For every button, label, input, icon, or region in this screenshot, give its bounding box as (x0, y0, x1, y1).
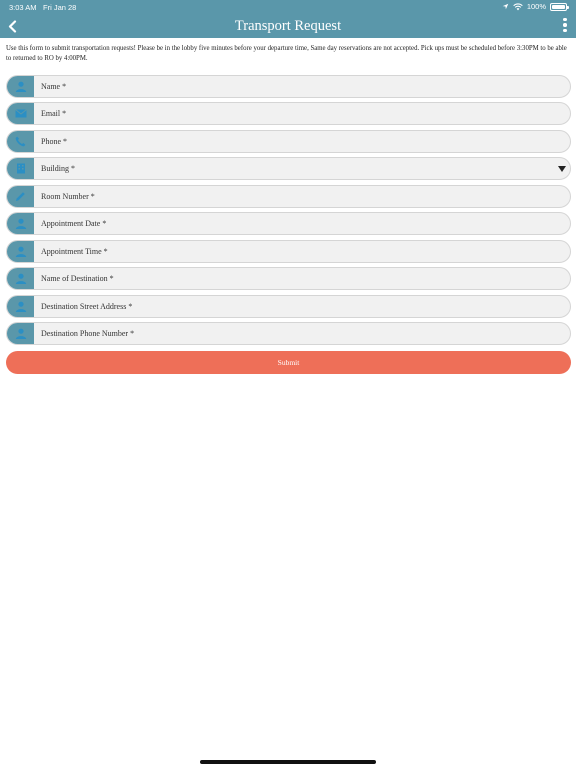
appointment-date-field-label: Appointment Date * (41, 219, 107, 228)
page-title: Transport Request (234, 18, 342, 34)
home-indicator[interactable] (200, 760, 376, 764)
room-number-field[interactable]: Room Number * (6, 185, 571, 208)
envelope-icon (14, 109, 27, 118)
navigation-bar: 3:03 AM Fri Jan 28 100% Transport Reques… (0, 0, 576, 38)
phone-field-label: Phone * (41, 137, 67, 146)
person-icon (15, 328, 26, 339)
appointment-time-field-label: Appointment Time * (41, 247, 108, 256)
dot-icon (563, 23, 567, 27)
destination-address-field-label: Destination Street Address * (41, 302, 133, 311)
status-date: Fri Jan 28 (43, 3, 77, 12)
phone-icon (15, 136, 26, 147)
person-icon (15, 218, 26, 229)
building-select[interactable]: Building * (6, 157, 571, 180)
location-arrow-icon (502, 3, 509, 10)
status-time: 3:03 AM (9, 3, 37, 12)
destination-name-field[interactable]: Name of Destination * (6, 267, 571, 290)
dot-icon (563, 28, 567, 33)
person-icon (15, 246, 26, 257)
phone-field[interactable]: Phone * (6, 130, 571, 153)
battery-percent: 100% (526, 2, 546, 11)
destination-name-field-label: Name of Destination * (41, 274, 114, 283)
status-bar: 3:03 AM Fri Jan 28 100% (0, 0, 576, 13)
appointment-date-field[interactable]: Appointment Date * (6, 212, 571, 235)
person-icon (15, 81, 26, 92)
dot-icon (563, 17, 567, 22)
name-field[interactable]: Name * (6, 75, 571, 98)
destination-address-field[interactable]: Destination Street Address * (6, 295, 571, 318)
room-number-field-label: Room Number * (41, 192, 95, 201)
wifi-icon (513, 2, 523, 10)
intro-text: Use this form to submit transportation r… (6, 45, 567, 62)
status-indicators: 100% (502, 2, 569, 11)
person-icon (15, 301, 26, 312)
appointment-time-field[interactable]: Appointment Time * (6, 240, 571, 263)
email-field[interactable]: Email * (6, 102, 571, 125)
destination-phone-field-label: Destination Phone Number * (41, 329, 135, 338)
battery-icon (550, 2, 569, 11)
dropdown-arrow-icon (558, 166, 566, 172)
more-options-button[interactable] (560, 17, 570, 33)
email-field-label: Email * (41, 109, 67, 118)
person-icon (15, 273, 26, 284)
name-field-label: Name * (41, 82, 67, 91)
building-select-label: Building * (41, 164, 76, 173)
submit-button[interactable]: Submit (6, 351, 571, 374)
pencil-icon (16, 192, 25, 201)
destination-phone-field[interactable]: Destination Phone Number * (6, 322, 571, 345)
building-icon (16, 163, 25, 174)
